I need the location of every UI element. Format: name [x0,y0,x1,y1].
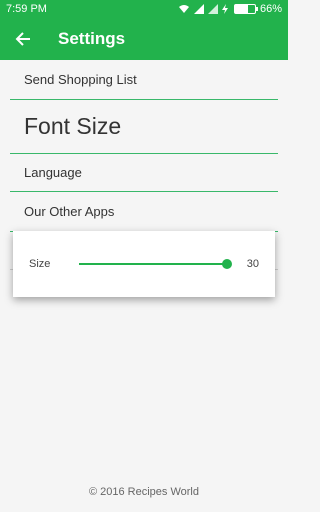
battery-icon [233,4,258,14]
settings-item-font-size[interactable]: Font Size [10,100,278,154]
battery-level [234,5,249,13]
settings-item-label: Our Other Apps [24,204,115,219]
settings-item-language[interactable]: Language [10,154,278,192]
wifi-icon [178,5,189,13]
battery-percent: 66% [259,3,282,15]
font-size-dialog: Size 30 [13,231,275,297]
settings-item-label: Font Size [24,113,122,139]
status-icons: 66% [178,3,282,15]
status-bar: 7:59 PM 66% [0,0,288,18]
status-time: 7:59 PM [6,3,47,15]
font-size-slider[interactable] [79,254,232,274]
settings-item-label: Language [24,165,82,180]
app-bar: Settings [0,18,288,60]
footer-copyright: © 2016 Recipes World [88,486,199,498]
page-title: Settings [58,29,126,48]
size-label: Size [29,258,51,270]
signal-icon-2 [207,4,218,14]
settings-item-our-other-apps[interactable]: Our Other Apps [10,192,278,232]
signal-icon [193,4,204,14]
slider-thumb[interactable] [222,259,232,269]
charging-icon [221,4,228,14]
arrow-left-icon[interactable] [12,28,34,50]
settings-item-send-shopping-list[interactable]: Send Shopping List [10,60,278,100]
slider-fill [79,263,227,265]
settings-item-label: Send Shopping List [24,72,137,87]
size-value: 30 [246,258,259,270]
